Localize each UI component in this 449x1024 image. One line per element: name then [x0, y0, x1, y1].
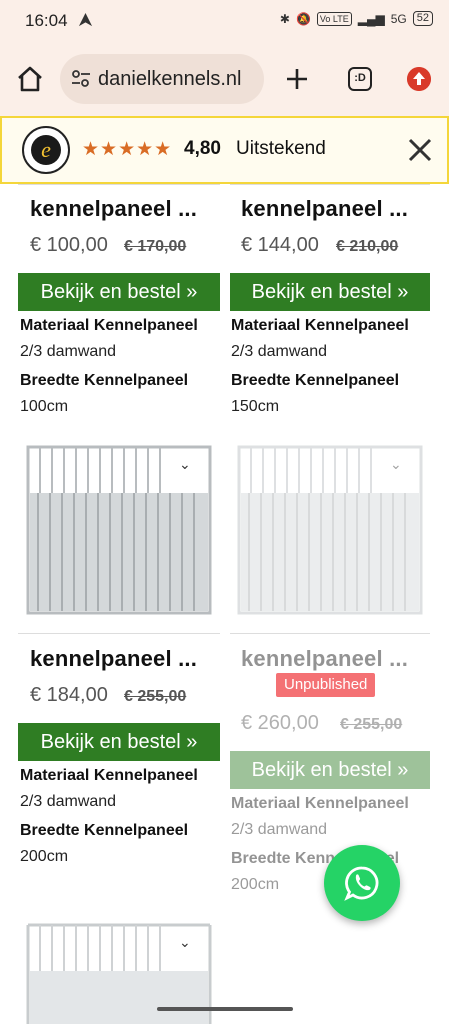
attr-label: Materiaal Kennelpaneel	[20, 767, 198, 784]
order-button[interactable]: Bekijk en bestel »	[18, 273, 220, 311]
product-title[interactable]: kennelpaneel ...	[30, 646, 197, 672]
bluetooth-icon: ✱	[279, 11, 290, 26]
update-icon[interactable]	[407, 67, 431, 91]
whatsapp-icon	[344, 866, 379, 901]
product-title[interactable]: kennelpaneel ...	[241, 196, 408, 222]
product-old-price: € 255,00	[340, 716, 403, 733]
product-price: € 184,00	[30, 684, 108, 706]
attr-value: 150cm	[231, 398, 280, 415]
product-old-price: € 210,00	[336, 238, 399, 255]
attr-label: Breedte Kennelpaneel	[20, 372, 189, 389]
network-type: 5G	[390, 11, 407, 26]
attr-value: 200cm	[231, 876, 280, 893]
product-old-price: € 255,00	[124, 688, 187, 705]
gesture-bar	[157, 1007, 293, 1011]
attr-label: Breedte Kennelpaneel	[20, 822, 189, 839]
divider	[230, 184, 430, 185]
trusted-shops-logo: e	[22, 126, 70, 174]
site-settings-icon[interactable]	[71, 70, 91, 88]
chevron-down-icon[interactable]: ⌄	[179, 934, 191, 951]
status-time: 16:04	[25, 11, 68, 30]
volte-icon: Vo LTE	[316, 11, 352, 26]
order-button[interactable]: Bekijk en bestel »	[230, 273, 430, 311]
attr-value: 2/3 damwand	[20, 343, 117, 360]
product-title[interactable]: kennelpaneel ...	[241, 646, 408, 672]
attr-label: Materiaal Kennelpaneel	[231, 795, 409, 812]
product-price: € 144,00	[241, 234, 319, 256]
rating-stars: ★★★★★	[82, 139, 173, 160]
attr-label: Materiaal Kennelpaneel	[231, 317, 409, 334]
divider	[18, 184, 220, 185]
order-button[interactable]: Bekijk en bestel »	[18, 723, 220, 761]
attr-value: 2/3 damwand	[231, 343, 328, 360]
product-price: € 100,00	[30, 234, 108, 256]
url-text: danielkennels.nl	[98, 68, 242, 90]
address-bar[interactable]: danielkennels.nl	[60, 54, 264, 104]
order-button[interactable]: Bekijk en bestel »	[230, 751, 430, 789]
divider	[230, 633, 430, 634]
attr-value: 2/3 damwand	[20, 793, 117, 810]
battery-icon: 52	[412, 11, 433, 26]
status-icons: ✱ 🔕 Vo LTE ▂▄▆ 5G 52	[280, 11, 433, 26]
divider	[18, 633, 220, 634]
home-icon[interactable]	[16, 65, 44, 93]
tab-switcher-button[interactable]: :D	[348, 67, 372, 91]
status-bar: 16:04 ✱ 🔕 Vo LTE ▂▄▆ 5G 52	[0, 0, 449, 40]
new-tab-icon[interactable]	[284, 66, 310, 92]
unpublished-badge: Unpublished	[276, 673, 376, 697]
mute-icon: 🔕	[295, 11, 311, 26]
product-old-price: € 170,00	[124, 238, 187, 255]
rating-score: 4,80	[184, 138, 221, 159]
attr-value: 2/3 damwand	[231, 821, 328, 838]
svg-text:e: e	[41, 137, 51, 162]
navigation-arrow-icon	[78, 12, 93, 27]
attr-label: Materiaal Kennelpaneel	[20, 317, 198, 334]
attr-label: Breedte Kennelpaneel	[231, 372, 400, 389]
browser-toolbar: danielkennels.nl :D	[0, 40, 449, 116]
chevron-down-icon[interactable]: ⌄	[179, 456, 191, 473]
product-price: € 260,00	[241, 712, 319, 734]
trusted-shops-bar[interactable]: e ★★★★★ 4,80 Uitstekend	[0, 116, 449, 184]
whatsapp-button[interactable]	[324, 845, 400, 921]
attr-value: 200cm	[20, 848, 69, 865]
signal-icon: ▂▄▆	[357, 11, 385, 26]
chevron-down-icon[interactable]: ⌄	[390, 456, 402, 473]
product-title[interactable]: kennelpaneel ...	[30, 196, 197, 222]
close-icon[interactable]	[406, 136, 434, 164]
attr-value: 100cm	[20, 398, 69, 415]
rating-label: Uitstekend	[236, 138, 326, 159]
